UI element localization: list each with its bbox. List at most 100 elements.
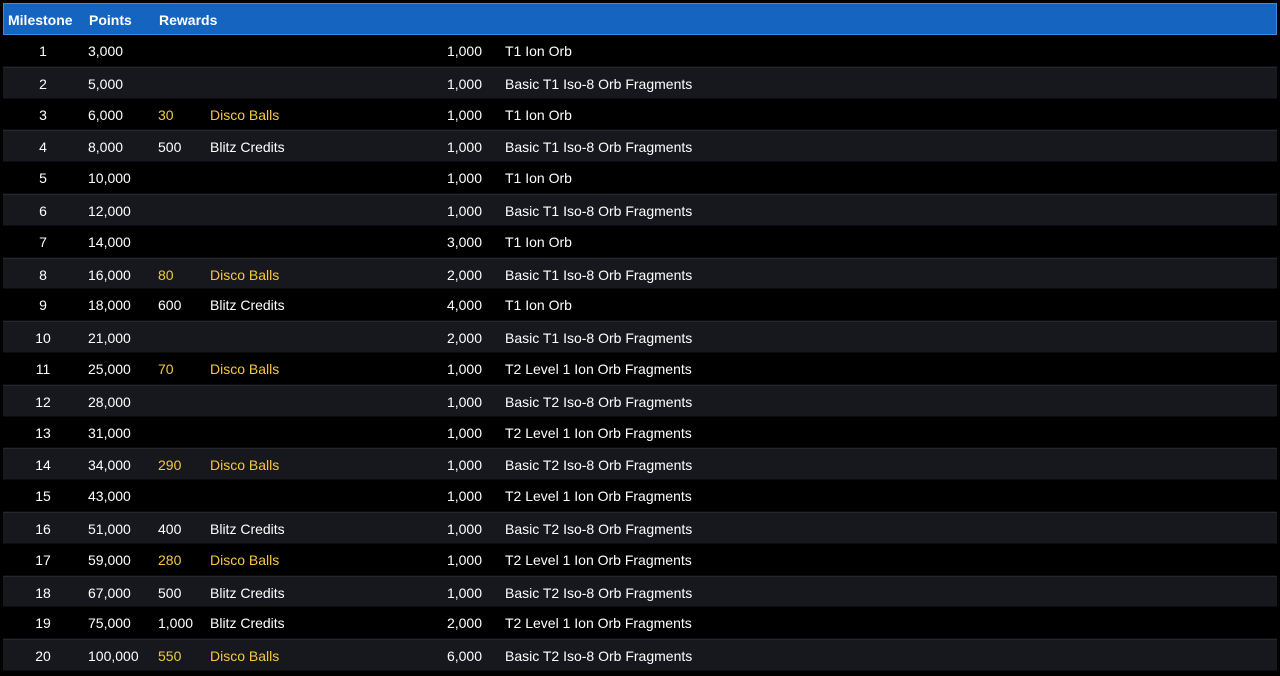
table-row: 8 16,000 80 Disco Balls 2,000 Basic T1 Iso-8 …: [3, 257, 1277, 290]
reward2-name-cell: Basic T1 Iso-8 Orb Fragments: [505, 266, 693, 283]
reward2-amount-cell: 1,000: [446, 457, 482, 474]
points-cell: 16,000: [88, 266, 131, 283]
reward1-name-cell: Blitz Credits: [210, 584, 285, 601]
table-row: 19 75,000 1,000 Blitz Credits 2,000 T2 Level …: [3, 607, 1277, 640]
reward1-name-cell: Disco Balls: [210, 551, 280, 568]
milestone-cell: 6: [39, 202, 47, 219]
table-body: 1 3,000 1,000 T1 Ion Orb 2 5,000 1,000 Basic T1…: [3, 35, 1277, 671]
header-milestone: Milestone: [8, 12, 73, 28]
reward2-amount-cell: 2,000: [446, 615, 482, 632]
reward2-name-cell: Basic T1 Iso-8 Orb Fragments: [505, 202, 693, 219]
reward2-amount-cell: 1,000: [446, 584, 482, 601]
milestone-cell: 15: [35, 488, 51, 505]
milestone-cell: 10: [35, 330, 51, 347]
reward2-name-cell: Basic T1 Iso-8 Orb Fragments: [505, 330, 693, 347]
table-row: 17 59,000 280 Disco Balls 1,000 T2 Level 1 Io…: [3, 543, 1277, 576]
reward2-name-cell: Basic T2 Iso-8 Orb Fragments: [505, 520, 693, 537]
reward1-amount-cell: 30: [158, 106, 174, 123]
reward1-amount-cell: 80: [158, 266, 174, 283]
table-row: 15 43,000 1,000 T2 Level 1 Ion Orb Fragment…: [3, 480, 1277, 512]
reward2-amount-cell: 1,000: [446, 43, 482, 59]
points-cell: 18,000: [88, 297, 131, 314]
reward2-name-cell: Basic T1 Iso-8 Orb Fragments: [505, 139, 693, 156]
milestone-cell: 3: [39, 106, 47, 123]
table-row: 4 8,000 500 Blitz Credits 1,000 Basic T1 Iso-…: [3, 130, 1277, 163]
milestone-cell: 16: [35, 520, 51, 537]
reward2-amount-cell: 1,000: [446, 202, 482, 219]
milestone-cell: 20: [35, 648, 51, 665]
reward1-name-cell: Disco Balls: [210, 457, 280, 474]
table-row: 9 18,000 600 Blitz Credits 4,000 T1 Ion Orb: [3, 289, 1277, 322]
milestone-cell: 17: [35, 551, 51, 568]
reward2-name-cell: T1 Ion Orb: [505, 170, 572, 187]
points-cell: 51,000: [88, 520, 131, 537]
table-row: 7 14,000 3,000 T1 Ion Orb: [3, 225, 1277, 258]
reward2-name-cell: T2 Level 1 Ion Orb Fragments: [505, 424, 692, 441]
reward1-amount-cell: 500: [158, 584, 182, 601]
table-row: 13 31,000 1,000 T2 Level 1 Ion Orb Fragment…: [3, 416, 1277, 449]
reward1-name-cell: Disco Balls: [210, 106, 280, 123]
reward2-amount-cell: 1,000: [446, 551, 482, 568]
milestone-cell: 8: [39, 266, 47, 283]
points-cell: 8,000: [88, 139, 124, 156]
reward2-name-cell: T2 Level 1 Ion Orb Fragments: [505, 551, 692, 568]
milestone-cell: 14: [35, 457, 51, 474]
milestone-cell: 19: [35, 615, 51, 632]
reward1-amount-cell: 550: [158, 648, 182, 665]
milestone-cell: 18: [35, 584, 51, 601]
milestone-cell: 4: [39, 139, 47, 156]
points-cell: 10,000: [88, 170, 131, 187]
reward2-amount-cell: 1,000: [446, 75, 482, 92]
points-cell: 12,000: [88, 202, 131, 219]
points-cell: 28,000: [88, 393, 131, 410]
milestone-cell: 5: [39, 170, 47, 187]
reward2-amount-cell: 3,000: [446, 233, 482, 250]
table-row: 2 5,000 1,000 Basic T1 Iso-8 Orb Fragments: [3, 66, 1277, 99]
reward2-amount-cell: 1,000: [446, 424, 482, 441]
table-row: 11 25,000 70 Disco Balls 1,000 T2 Level 1 Ion…: [3, 352, 1277, 385]
reward1-amount-cell: 70: [158, 360, 174, 377]
reward2-amount-cell: 1,000: [446, 393, 482, 410]
milestone-cell: 11: [35, 360, 51, 377]
reward2-name-cell: T1 Ion Orb: [505, 106, 572, 123]
reward2-name-cell: T1 Ion Orb: [505, 233, 572, 250]
reward2-name-cell: Basic T2 Iso-8 Orb Fragments: [505, 648, 693, 665]
table-row: 5 10,000 1,000 T1 Ion Orb: [3, 162, 1277, 194]
points-cell: 21,000: [88, 330, 131, 347]
table-row: 1 3,000 1,000 T1 Ion Orb: [3, 35, 1277, 67]
reward2-amount-cell: 1,000: [446, 360, 482, 377]
table-row: 20 100,000 550 Disco Balls 6,000 Basic T2 Iso…: [3, 639, 1277, 671]
reward2-amount-cell: 1,000: [446, 170, 482, 187]
reward2-name-cell: Basic T2 Iso-8 Orb Fragments: [505, 457, 693, 474]
header-points: Points: [89, 12, 132, 28]
reward2-amount-cell: 2,000: [446, 266, 482, 283]
reward2-name-cell: T2 Level 1 Ion Orb Fragments: [505, 360, 692, 377]
table-row: 12 28,000 1,000 Basic T2 Iso-8 Orb Fragment…: [3, 384, 1277, 417]
table-row: 3 6,000 30 Disco Balls 1,000 T1 Ion Orb: [3, 98, 1277, 131]
reward1-amount-cell: 500: [158, 139, 182, 156]
table-row: 14 34,000 290 Disco Balls 1,000 Basic T2 Iso-…: [3, 448, 1277, 481]
reward2-name-cell: T1 Ion Orb: [505, 297, 572, 314]
points-cell: 25,000: [88, 360, 131, 377]
table-row: 18 67,000 500 Blitz Credits 1,000 Basic T2 Is…: [3, 575, 1277, 608]
reward1-name-cell: Blitz Credits: [210, 297, 285, 314]
reward1-amount-cell: 1,000: [158, 615, 194, 632]
points-cell: 6,000: [88, 106, 124, 123]
reward1-name-cell: Disco Balls: [210, 266, 280, 283]
points-cell: 3,000: [88, 43, 124, 59]
points-cell: 59,000: [88, 551, 131, 568]
milestone-cell: 13: [35, 424, 51, 441]
reward2-name-cell: T2 Level 1 Ion Orb Fragments: [505, 615, 692, 632]
reward2-amount-cell: 1,000: [446, 488, 482, 505]
reward1-name-cell: Blitz Credits: [210, 520, 285, 537]
reward2-amount-cell: 1,000: [446, 106, 482, 123]
reward1-name-cell: Disco Balls: [210, 360, 280, 377]
table-row: 10 21,000 2,000 Basic T1 Iso-8 Orb Fragment…: [3, 321, 1277, 353]
reward2-amount-cell: 2,000: [446, 330, 482, 347]
points-cell: 34,000: [88, 457, 131, 474]
reward1-name-cell: Blitz Credits: [210, 139, 285, 156]
reward2-amount-cell: 6,000: [446, 648, 482, 665]
points-cell: 14,000: [88, 233, 131, 250]
reward1-name-cell: Blitz Credits: [210, 615, 285, 632]
reward2-name-cell: Basic T2 Iso-8 Orb Fragments: [505, 393, 693, 410]
